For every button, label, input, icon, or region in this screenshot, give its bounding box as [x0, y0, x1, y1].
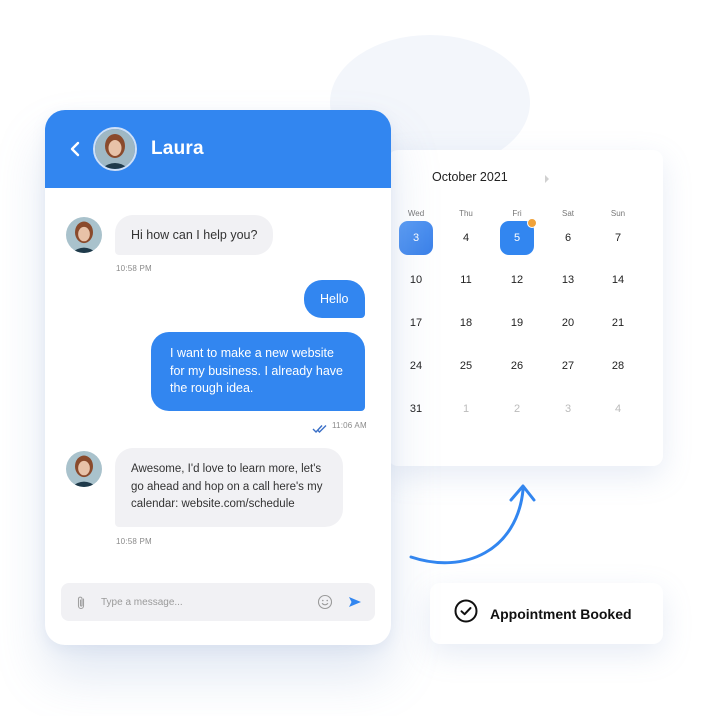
calendar-day-number: 14 [611, 274, 625, 286]
weekday-label: Sat [561, 209, 574, 218]
calendar-day-number: 4 [614, 403, 622, 415]
calendar-day-number: 25 [459, 360, 473, 372]
calendar-day[interactable]: 21 [601, 306, 635, 340]
calendar-day[interactable]: 2 [500, 392, 534, 426]
message-text: Hi how can I help you? [131, 228, 258, 242]
contact-name: Laura [151, 138, 204, 159]
calendar-day-number: 4 [462, 232, 470, 244]
double-check-read-icon [312, 420, 328, 438]
calendar-day-number: 31 [409, 403, 423, 415]
event-indicator-dot [527, 218, 537, 228]
message-bubble-outgoing: I want to make a new website for my busi… [151, 332, 365, 411]
calendar-day-number: 19 [510, 317, 524, 329]
calendar-month-label: October 2021 [432, 170, 508, 184]
chat-header: Laura [45, 110, 391, 188]
message-text: Hello [320, 292, 349, 306]
calendar-day[interactable]: 4 [449, 221, 483, 255]
calendar-day-number: 7 [614, 232, 622, 244]
paperclip-attach-icon[interactable] [71, 592, 91, 612]
weekday-label: Wed [407, 209, 425, 218]
message-input[interactable] [101, 596, 315, 608]
calendar-card: October 2021 Wed Thu Fri Sat Sun 3 4 5 6 7 10 11 12 1… [388, 150, 663, 466]
calendar-day-number: 2 [513, 403, 521, 415]
message-text-line: go ahead and hop on a call here's my [131, 480, 323, 493]
calendar-day[interactable]: 10 [399, 263, 433, 297]
calendar-day[interactable]: 18 [449, 306, 483, 340]
calendar-day[interactable]: 5 [500, 218, 537, 255]
calendar-day[interactable]: 31 [399, 392, 433, 426]
calendar-day[interactable]: 11 [449, 263, 483, 297]
calendar-day-number: 27 [561, 360, 575, 372]
weekday-label: Thu [459, 209, 473, 218]
appointment-booked-label: Appointment Booked [490, 605, 632, 622]
calendar-day-number: 21 [611, 317, 625, 329]
calendar-day-number: 26 [510, 360, 524, 372]
calendar-day[interactable]: 3 [399, 221, 433, 255]
message-text-line: for my business. I already have [170, 363, 343, 378]
calendar-day[interactable]: 19 [500, 306, 534, 340]
calendar-day[interactable]: 28 [601, 349, 635, 383]
message-text-line: I want to make a new website [170, 346, 334, 360]
message-bubble-incoming: Awesome, I'd love to learn more, let's g… [115, 448, 343, 527]
calendar-day-number: 17 [409, 317, 423, 329]
message-bubble-incoming: Hi how can I help you? [115, 215, 274, 255]
calendar-day-number: 10 [409, 274, 423, 286]
calendar-day[interactable]: 1 [449, 392, 483, 426]
back-chevron-icon[interactable] [65, 139, 85, 159]
send-icon[interactable] [345, 592, 365, 612]
emoji-icon[interactable] [315, 592, 335, 612]
calendar-day[interactable]: 25 [449, 349, 483, 383]
message-bubble-outgoing: Hello [304, 280, 365, 318]
calendar-day[interactable]: 7 [601, 221, 635, 255]
calendar-day-number: 13 [561, 274, 575, 286]
calendar-day-number: 1 [462, 403, 470, 415]
message-timestamp: 10:58 PM [116, 264, 152, 273]
calendar-day-number: 20 [561, 317, 575, 329]
contact-avatar-small [66, 451, 102, 487]
calendar-day[interactable]: 17 [399, 306, 433, 340]
chat-window: Laura Hi how can I help you? 10:58 PM He… [45, 110, 391, 645]
check-circle-icon [454, 599, 478, 628]
contact-avatar-small [66, 217, 102, 253]
calendar-day-number: 6 [564, 232, 572, 244]
curved-arrow-icon [409, 484, 536, 565]
appointment-booked-card: Appointment Booked [430, 583, 663, 644]
calendar-day-number: 3 [412, 232, 420, 244]
calendar-day[interactable]: 4 [601, 392, 635, 426]
calendar-day[interactable]: 6 [551, 221, 585, 255]
calendar-day[interactable]: 12 [500, 263, 534, 297]
calendar-day-number: 12 [510, 274, 524, 286]
calendar-day-number: 11 [460, 274, 472, 286]
calendar-day[interactable]: 3 [551, 392, 585, 426]
message-text-line: Awesome, I'd love to learn more, let's [131, 463, 322, 475]
message-text-line: the rough idea. [170, 381, 254, 395]
calendar-day[interactable]: 20 [551, 306, 585, 340]
calendar-day-number: 3 [564, 403, 572, 415]
weekday-label: Sun [610, 209, 626, 218]
calendar-day[interactable]: 13 [551, 263, 585, 297]
contact-avatar[interactable] [93, 127, 137, 171]
message-timestamp: 11:06 AM [332, 421, 367, 430]
calendar-day-number: 24 [409, 360, 423, 372]
message-text-line: calendar: website.com/schedule [131, 498, 295, 510]
calendar-day[interactable]: 24 [399, 349, 433, 383]
message-composer [61, 583, 375, 621]
next-month-arrow-icon[interactable] [543, 171, 553, 183]
calendar-day-number: 5 [513, 232, 521, 244]
calendar-day-number: 18 [459, 317, 473, 329]
calendar-day[interactable]: 14 [601, 263, 635, 297]
calendar-day[interactable]: 26 [500, 349, 534, 383]
weekday-label: Fri [512, 209, 522, 218]
message-timestamp: 10:58 PM [116, 537, 152, 546]
calendar-day-number: 28 [611, 360, 625, 372]
calendar-day[interactable]: 27 [551, 349, 585, 383]
